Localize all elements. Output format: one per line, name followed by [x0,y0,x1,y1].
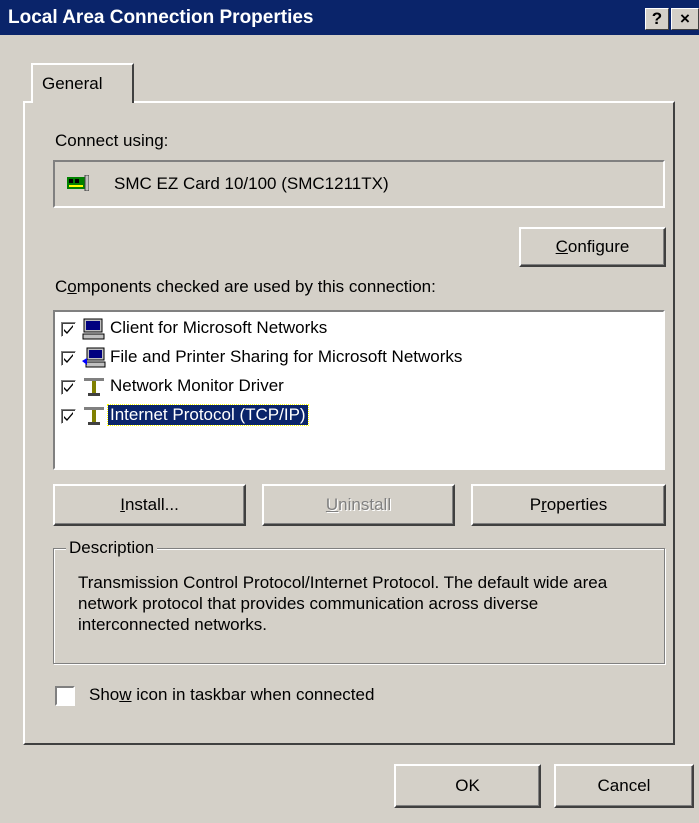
install-label: nstall... [124,495,179,514]
adapter-field: SMC EZ Card 10/100 (SMC1211TX) [53,160,665,208]
show-icon-checkbox[interactable] [55,686,75,706]
cancel-label: Cancel [597,776,651,795]
help-button[interactable]: ? [645,8,669,30]
properties-button[interactable]: Properties [471,484,666,526]
window-title: Local Area Connection Properties [8,7,314,28]
network-card-icon [67,175,89,191]
close-button[interactable]: × [671,8,699,30]
description-text: Transmission Control Protocol/Internet P… [78,573,608,634]
component-label: Client for Microsoft Networks [110,318,328,337]
checkbox-tcp-ip[interactable] [61,409,76,424]
uninstall-button[interactable]: Uninstall [262,484,455,526]
checkmark-icon [64,354,73,363]
components-label-pre: C [55,277,68,296]
printer-sharing-icon [82,347,106,368]
checkmark-icon [64,383,73,392]
configure-label: onfigure [567,237,630,256]
components-list[interactable]: Client for Microsoft Networks File and P… [53,310,665,470]
connect-using-label: Connect using: [55,131,169,150]
component-label: Network Monitor Driver [110,376,284,395]
protocol-icon [84,407,104,425]
show-icon-pre: Sho [89,685,120,704]
checkbox-network-monitor[interactable] [61,380,76,395]
description-legend: Description [66,538,158,558]
title-bar[interactable]: Local Area Connection Properties ? × [0,0,699,35]
adapter-name: SMC EZ Card 10/100 (SMC1211TX) [114,174,389,193]
computer-icon [82,318,105,340]
properties-label-pre: P [529,495,542,514]
component-label-selected: Internet Protocol (TCP/IP) [107,404,309,426]
checkmark-icon [64,412,73,421]
configure-accesskey: C [555,237,568,256]
checkbox-client[interactable] [61,322,76,337]
protocol-icon [84,378,104,396]
ok-label: OK [455,776,480,795]
components-label-key: o [67,277,77,296]
components-label-rest: mponents checked are used by this connec… [76,277,436,296]
uninstall-accesskey: U [325,495,339,514]
components-label: Components checked are used by this conn… [55,277,436,297]
show-icon-label[interactable]: Show icon in taskbar when connected [89,685,374,705]
tab-general[interactable]: General [31,63,134,103]
checkbox-file-printer-sharing[interactable] [61,351,76,366]
component-label: File and Printer Sharing for Microsoft N… [110,347,463,366]
properties-label: operties [546,495,608,514]
uninstall-label: ninstall [338,495,392,514]
tab-general-label: General [42,74,103,93]
ok-button[interactable]: OK [394,764,541,808]
show-icon-accesskey: w [119,685,132,704]
configure-button[interactable]: Configure [519,227,666,267]
show-icon-rest: icon in taskbar when connected [131,685,375,704]
checkmark-icon [64,325,73,334]
cancel-button[interactable]: Cancel [554,764,694,808]
install-button[interactable]: Install... [53,484,246,526]
